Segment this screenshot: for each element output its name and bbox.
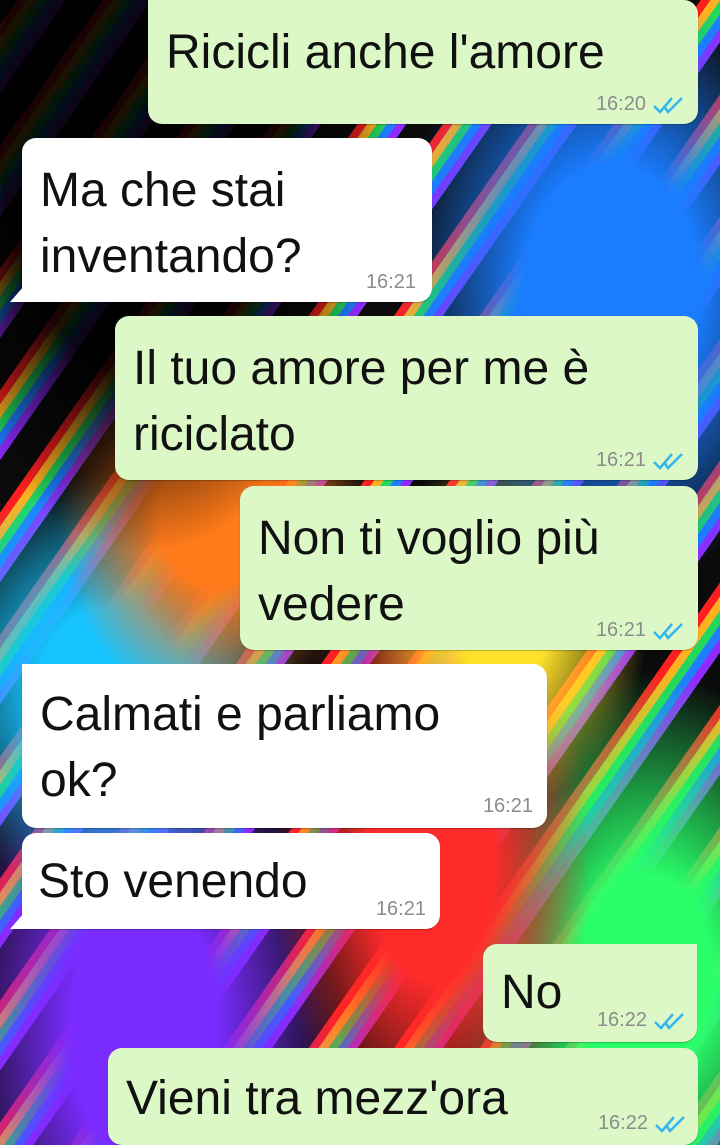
message-meta: 16:21 <box>483 795 533 818</box>
message-bubble-outgoing[interactable]: Ricicli anche l'amore 16:20 <box>148 0 698 124</box>
message-time: 16:21 <box>375 898 426 920</box>
message-bubble-incoming[interactable]: Sto venendo 16:21 <box>22 833 440 929</box>
message-bubble-outgoing[interactable]: No 16:22 <box>483 944 697 1042</box>
message-meta: 16:20 <box>596 93 684 116</box>
message-time: 16:20 <box>595 93 646 115</box>
double-check-icon <box>652 96 684 114</box>
message-bubble-incoming[interactable]: Calmati e parliamo ok? 16:21 <box>22 664 547 828</box>
message-time: 16:22 <box>596 1009 647 1031</box>
message-text: Non ti voglio più vedere <box>258 512 600 631</box>
bubble-tail <box>10 913 24 929</box>
message-time: 16:21 <box>595 449 646 471</box>
message-text: Ricicli anche l'amore <box>166 26 605 79</box>
message-meta: 16:22 <box>597 1009 685 1032</box>
message-meta: 16:21 <box>596 449 684 472</box>
message-text: Sto venendo <box>38 855 308 908</box>
message-meta: 16:22 <box>598 1112 686 1135</box>
double-check-icon <box>654 1115 686 1133</box>
message-bubble-incoming[interactable]: Ma che stai inventando? 16:21 <box>22 138 432 302</box>
double-check-icon <box>652 452 684 470</box>
message-time: 16:21 <box>595 619 646 641</box>
message-text: Vieni tra mezz'ora <box>126 1072 508 1125</box>
message-time: 16:21 <box>482 795 533 817</box>
message-meta: 16:21 <box>596 619 684 642</box>
bubble-tail <box>10 286 24 302</box>
message-text: Il tuo amore per me è riciclato <box>133 342 590 461</box>
double-check-icon <box>653 1012 685 1030</box>
message-meta: 16:21 <box>366 271 416 294</box>
message-bubble-outgoing[interactable]: Vieni tra mezz'ora 16:22 <box>108 1048 698 1145</box>
message-text: Ma che stai inventando? <box>40 164 302 283</box>
message-time: 16:22 <box>597 1112 648 1134</box>
message-bubble-outgoing[interactable]: Non ti voglio più vedere 16:21 <box>240 486 698 650</box>
double-check-icon <box>652 622 684 640</box>
message-text: No <box>501 966 563 1019</box>
message-time: 16:21 <box>365 271 416 293</box>
message-meta: 16:21 <box>376 898 426 921</box>
message-text: Calmati e parliamo ok? <box>40 688 441 807</box>
message-bubble-outgoing[interactable]: Il tuo amore per me è riciclato 16:21 <box>115 316 698 480</box>
